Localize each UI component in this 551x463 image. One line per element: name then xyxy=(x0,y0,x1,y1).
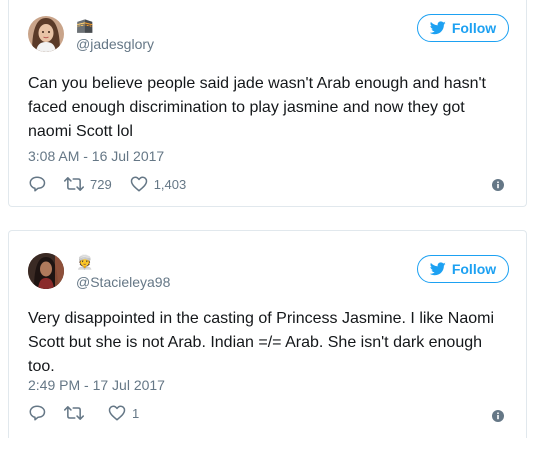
tweet-actions: 1 xyxy=(28,404,157,422)
retweet-count: 729 xyxy=(90,176,112,192)
twitter-bird-icon xyxy=(429,21,446,35)
like-button[interactable]: 1,403 xyxy=(130,175,187,193)
follow-button[interactable]: Follow xyxy=(417,255,509,283)
tweet-card: 🕋 @jadesglory Follow Can you believe peo… xyxy=(8,0,527,207)
info-icon[interactable] xyxy=(492,179,504,191)
reply-button[interactable] xyxy=(28,175,46,193)
retweet-button[interactable] xyxy=(64,404,90,422)
like-button[interactable]: 1 xyxy=(108,404,139,422)
reply-button[interactable] xyxy=(28,404,46,422)
avatar-image xyxy=(28,253,64,289)
like-count: 1 xyxy=(132,405,140,421)
reply-icon xyxy=(29,176,46,192)
tweet-actions: 729 1,403 xyxy=(28,175,204,193)
avatar-image xyxy=(28,16,64,52)
tweet-timestamp[interactable]: 2:49 PM - 17 Jul 2017 xyxy=(28,377,165,393)
retweet-icon xyxy=(64,406,84,420)
reply-icon xyxy=(29,405,46,421)
profile-emoji-badge: 🕋 xyxy=(76,17,94,33)
twitter-bird-icon xyxy=(429,262,446,276)
tweet-timestamp[interactable]: 3:08 AM - 16 Jul 2017 xyxy=(28,148,164,164)
follow-label: Follow xyxy=(451,20,497,36)
tweet-text: Can you believe people said jade wasn't … xyxy=(28,75,486,140)
heart-icon xyxy=(108,405,126,421)
heart-icon xyxy=(130,176,147,192)
follow-button[interactable]: Follow xyxy=(417,14,509,42)
avatar[interactable] xyxy=(28,253,64,289)
tweet-text: Very disappointed in the casting of Prin… xyxy=(28,310,495,375)
user-handle[interactable]: @jadesglory xyxy=(76,36,154,52)
tweet-card: 👳 @Stacieleya98 Follow Very disappointed… xyxy=(8,230,527,438)
retweet-icon xyxy=(64,177,84,191)
retweet-button[interactable]: 729 xyxy=(64,175,112,193)
like-count: 1,403 xyxy=(153,176,187,192)
tweet-feed: 🕋 @jadesglory Follow Can you believe peo… xyxy=(0,0,551,463)
user-handle[interactable]: @Stacieleya98 xyxy=(76,274,170,290)
follow-label: Follow xyxy=(451,261,497,277)
profile-emoji-badge: 👳 xyxy=(76,254,94,270)
info-icon[interactable] xyxy=(492,410,504,422)
avatar[interactable] xyxy=(28,16,64,52)
